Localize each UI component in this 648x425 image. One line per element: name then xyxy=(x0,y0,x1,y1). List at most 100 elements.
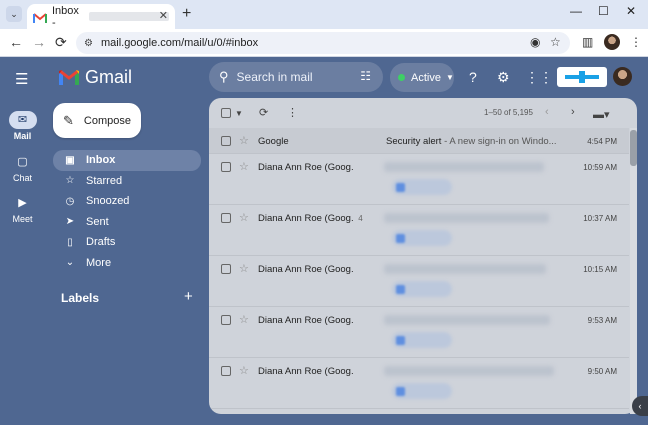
more-options-icon[interactable]: ⋮ xyxy=(287,106,298,119)
star-icon[interactable]: ☆ xyxy=(239,160,249,173)
site-info-icon[interactable]: ⚙ xyxy=(84,38,93,49)
email-row[interactable]: ☆ Google Security alert - A new sign-in … xyxy=(209,128,629,154)
rail-meet-label: Meet xyxy=(12,214,33,224)
input-tools-icon[interactable]: ▬▾ xyxy=(593,108,610,121)
nav-item-starred[interactable]: ☆ Starred xyxy=(53,171,201,192)
forward-button[interactable]: → xyxy=(32,34,46,50)
new-tab-button[interactable]: + xyxy=(182,5,191,23)
url-field[interactable]: ⚙ mail.google.com/mail/u/0/#inbox xyxy=(76,32,570,54)
folder-nav: ▣ Inbox ☆ Starred ◷ Snoozed ➤ Sent ▯ Dra… xyxy=(53,150,201,273)
account-avatar[interactable] xyxy=(613,67,632,86)
email-row[interactable]: ☆ Diana Ann Roe (Goog. 9:50 AM xyxy=(209,358,629,409)
search-placeholder: Search in mail xyxy=(236,70,313,84)
search-options-icon[interactable]: ☷ xyxy=(360,69,371,83)
chevron-down-icon: ▼ xyxy=(445,73,454,82)
redacted-subject xyxy=(384,264,546,274)
message-list-scrollbar[interactable] xyxy=(630,128,637,414)
email-row[interactable]: ☆ Diana Ann Roe (Goog. 10:15 AM xyxy=(209,256,629,307)
email-sender-line: Diana Ann Roe (Goog. 4 xyxy=(258,213,363,224)
row-checkbox[interactable] xyxy=(221,162,231,172)
compose-button[interactable]: ✎ Compose xyxy=(53,103,141,138)
main-menu-icon[interactable]: ☰ xyxy=(15,70,28,88)
redacted-subject xyxy=(384,366,554,376)
nav-label: Sent xyxy=(86,215,109,228)
attachment-file-icon xyxy=(396,336,405,345)
reload-button[interactable]: ⟳ xyxy=(55,34,67,51)
older-page-button[interactable]: › xyxy=(571,106,575,118)
organization-logo[interactable] xyxy=(557,67,607,87)
nav-item-snoozed[interactable]: ◷ Snoozed xyxy=(53,191,201,212)
gmail-logo[interactable]: Gmail xyxy=(59,67,132,88)
gmail-m-icon xyxy=(59,69,79,85)
maximize-button[interactable]: ☐ xyxy=(598,4,609,18)
apps-grid-icon[interactable]: ⋮⋮ xyxy=(525,69,553,86)
browser-tab-inbox[interactable]: Inbox - ✕ xyxy=(27,4,175,29)
email-time: 10:15 AM xyxy=(583,265,617,274)
window-close-button[interactable]: ✕ xyxy=(626,4,636,18)
scrollbar-thumb[interactable] xyxy=(630,130,637,166)
eye-icon[interactable]: ◉ xyxy=(530,35,540,49)
email-row[interactable]: ☆ Diana Ann Roe (Goog. 4 10:37 AM xyxy=(209,205,629,256)
gear-icon[interactable]: ⚙ xyxy=(497,69,510,86)
chat-icon: ▢ xyxy=(17,156,28,168)
create-label-button[interactable]: + xyxy=(184,288,193,305)
org-logo-stem xyxy=(579,71,585,83)
tab-search-button[interactable]: ⌄ xyxy=(6,6,22,22)
bookmark-star-icon[interactable]: ☆ xyxy=(550,35,561,49)
select-all-checkbox[interactable] xyxy=(221,108,231,118)
star-icon[interactable]: ☆ xyxy=(239,313,249,326)
list-toolbar: ▼ ⟳ ⋮ 1–50 of 5,195 ‹ › ▬▾ xyxy=(209,98,637,128)
nav-item-inbox[interactable]: ▣ Inbox xyxy=(53,150,201,171)
email-time: 10:59 AM xyxy=(583,163,617,172)
rail-chat[interactable]: ▢ Chat xyxy=(0,153,45,183)
browser-profile-avatar[interactable] xyxy=(604,34,620,50)
nav-label: Drafts xyxy=(86,236,116,249)
row-checkbox[interactable] xyxy=(221,315,231,325)
email-row[interactable]: ☆ Diana Ann Roe (Goog. 9:53 AM xyxy=(209,307,629,358)
clock-icon: ◷ xyxy=(65,195,75,207)
browser-menu-icon[interactable]: ⋮ xyxy=(630,35,642,49)
search-input[interactable]: ⚲ Search in mail ☷ xyxy=(209,62,383,92)
tab-title: Inbox - xyxy=(52,4,79,29)
labels-heading: Labels xyxy=(61,291,100,305)
nav-item-sent[interactable]: ➤ Sent xyxy=(53,212,201,233)
star-icon[interactable]: ☆ xyxy=(239,211,249,224)
minimize-button[interactable]: — xyxy=(570,4,582,18)
email-time: 9:50 AM xyxy=(587,367,617,376)
help-icon[interactable]: ? xyxy=(469,69,477,85)
star-icon[interactable]: ☆ xyxy=(239,134,249,147)
send-icon: ➤ xyxy=(65,216,75,228)
rail-meet[interactable]: ▶ Meet xyxy=(0,194,45,224)
nav-item-more[interactable]: ⌄ More xyxy=(53,253,201,274)
show-side-panel-button[interactable]: ‹ xyxy=(632,396,648,416)
attachment-file-icon xyxy=(396,387,405,396)
nav-item-drafts[interactable]: ▯ Drafts xyxy=(53,232,201,253)
refresh-icon[interactable]: ⟳ xyxy=(259,106,268,119)
tab-close-button[interactable]: ✕ xyxy=(159,9,168,22)
star-icon[interactable]: ☆ xyxy=(239,364,249,377)
email-time: 4:54 PM xyxy=(587,137,617,146)
select-dropdown-icon[interactable]: ▼ xyxy=(235,109,243,118)
rail-chat-label: Chat xyxy=(12,173,32,183)
row-checkbox[interactable] xyxy=(221,136,231,146)
search-icon[interactable]: ⚲ xyxy=(219,69,229,85)
row-checkbox[interactable] xyxy=(221,213,231,223)
status-dropdown[interactable]: Active ▼ xyxy=(390,63,454,92)
back-button[interactable]: ← xyxy=(9,34,23,50)
redacted-subject xyxy=(384,315,550,325)
email-sender: Diana Ann Roe (Goog. xyxy=(258,264,354,275)
row-checkbox[interactable] xyxy=(221,264,231,274)
star-icon[interactable]: ☆ xyxy=(239,262,249,275)
email-sender: Diana Ann Roe (Goog. xyxy=(258,162,354,173)
email-row[interactable]: ☆ Diana Ann Roe (Goog. 10:59 AM xyxy=(209,154,629,205)
email-time: 10:37 AM xyxy=(583,214,617,223)
star-icon: ☆ xyxy=(65,175,75,187)
newer-page-button[interactable]: ‹ xyxy=(545,106,549,118)
tab-title-redacted xyxy=(88,12,169,21)
url-text: mail.google.com/mail/u/0/#inbox xyxy=(100,37,259,49)
attachment-file-icon xyxy=(396,285,405,294)
row-checkbox[interactable] xyxy=(221,366,231,376)
inbox-icon: ▣ xyxy=(65,154,75,166)
rail-mail[interactable]: ✉ Mail xyxy=(0,111,45,141)
side-panel-icon[interactable]: ▥ xyxy=(582,35,593,49)
